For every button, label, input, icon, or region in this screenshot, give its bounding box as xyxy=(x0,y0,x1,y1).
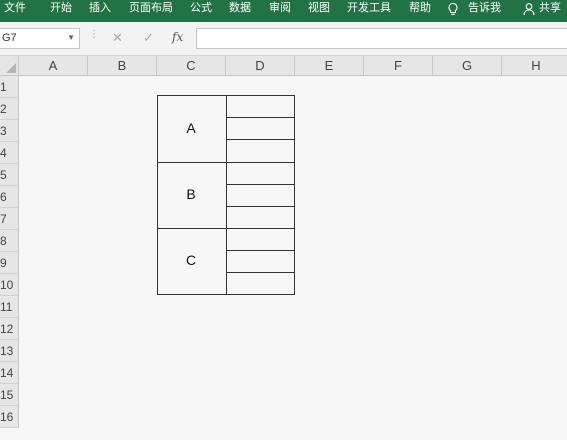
column-header-d[interactable]: D xyxy=(226,56,295,76)
row-header-16[interactable]: 16 xyxy=(0,406,19,428)
table-cell[interactable] xyxy=(226,95,295,118)
table-cell[interactable] xyxy=(226,117,295,140)
tab-file[interactable]: 文件 xyxy=(4,0,26,22)
tab-help[interactable]: 帮助 xyxy=(409,0,431,22)
column-header-a[interactable]: A xyxy=(19,56,88,76)
select-all-button[interactable] xyxy=(0,56,19,76)
row-header-7[interactable]: 7 xyxy=(0,208,19,230)
cancel-icon[interactable]: ✕ xyxy=(112,30,123,46)
tab-home[interactable]: 开始 xyxy=(50,0,72,22)
row-header-1[interactable]: 1 xyxy=(0,76,19,98)
name-box[interactable]: G7 ▼ xyxy=(0,28,80,49)
row-header-13[interactable]: 13 xyxy=(0,340,19,362)
row-header-5[interactable]: 5 xyxy=(0,164,19,186)
tab-view[interactable]: 视图 xyxy=(308,0,330,22)
row-header-4[interactable]: 4 xyxy=(0,142,19,164)
tab-page-layout[interactable]: 页面布局 xyxy=(129,0,173,22)
column-header-b[interactable]: B xyxy=(88,56,157,76)
table-cell[interactable] xyxy=(226,228,295,251)
formula-bar: G7 ▼ ⋮ ✕ ✓ fx xyxy=(0,22,567,56)
row-header-10[interactable]: 10 xyxy=(0,274,19,296)
group-label-a: A xyxy=(186,120,196,136)
bordered-table: A B C xyxy=(157,95,295,295)
group-label-b: B xyxy=(186,186,196,202)
lightbulb-icon xyxy=(448,2,458,15)
select-all-triangle-icon xyxy=(6,63,16,73)
table-cell[interactable] xyxy=(226,162,295,185)
check-icon[interactable]: ✓ xyxy=(143,30,154,46)
table-cell[interactable] xyxy=(226,206,295,229)
name-box-value: G7 xyxy=(2,32,17,44)
column-header-e[interactable]: E xyxy=(295,56,364,76)
tell-me-box[interactable]: 告诉我 xyxy=(468,0,501,22)
row-header-12[interactable]: 12 xyxy=(0,318,19,340)
chevron-down-icon[interactable]: ▼ xyxy=(67,33,75,42)
row-header-15[interactable]: 15 xyxy=(0,384,19,406)
table-cell[interactable] xyxy=(226,184,295,207)
row-header-8[interactable]: 8 xyxy=(0,230,19,252)
column-header-f[interactable]: F xyxy=(364,56,433,76)
ribbon-tabs: 文件 开始 插入 页面布局 公式 数据 审阅 视图 开发工具 帮助 告诉我 共享 xyxy=(0,0,567,22)
drag-handle-icon[interactable]: ⋮ xyxy=(89,30,99,40)
row-header-2[interactable]: 2 xyxy=(0,98,19,120)
row-header-6[interactable]: 6 xyxy=(0,186,19,208)
column-header-h[interactable]: H xyxy=(502,56,567,76)
column-header-g[interactable]: G xyxy=(433,56,502,76)
table-cell[interactable] xyxy=(226,139,295,163)
row-header-9[interactable]: 9 xyxy=(0,252,19,274)
table-cell[interactable] xyxy=(226,250,295,273)
tab-data[interactable]: 数据 xyxy=(229,0,251,22)
formula-input[interactable] xyxy=(196,28,567,49)
tab-developer[interactable]: 开发工具 xyxy=(347,0,391,22)
tab-review[interactable]: 审阅 xyxy=(269,0,291,22)
insert-function-icon[interactable]: fx xyxy=(172,30,183,44)
row-header-14[interactable]: 14 xyxy=(0,362,19,384)
tab-formulas[interactable]: 公式 xyxy=(190,0,212,22)
table-cell[interactable] xyxy=(226,272,295,295)
share-button[interactable]: 共享 xyxy=(539,0,561,22)
column-header-c[interactable]: C xyxy=(157,56,226,76)
person-icon xyxy=(523,3,535,16)
row-header-3[interactable]: 3 xyxy=(0,120,19,142)
row-header-11[interactable]: 11 xyxy=(0,296,19,318)
group-label-c: C xyxy=(185,252,197,268)
tab-insert[interactable]: 插入 xyxy=(89,0,111,22)
